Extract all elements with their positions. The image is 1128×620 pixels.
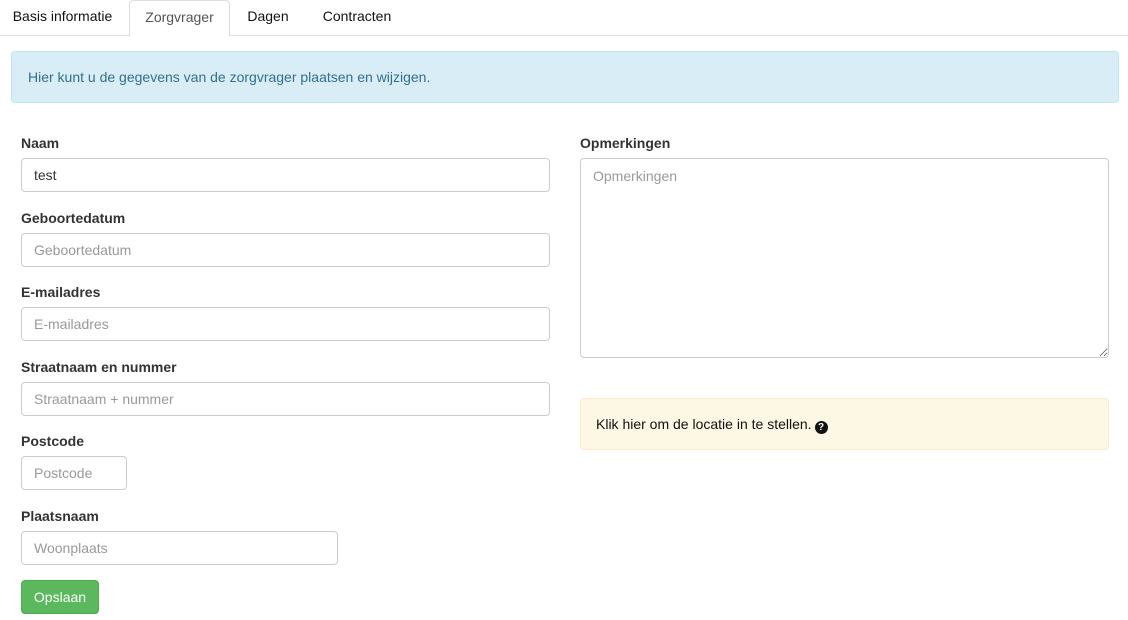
opmerkingen-textarea[interactable] bbox=[580, 158, 1109, 358]
postcode-label: Postcode bbox=[21, 433, 85, 449]
tab-dagen[interactable]: Dagen bbox=[232, 0, 304, 36]
tab-contracten[interactable]: Contracten bbox=[306, 0, 408, 36]
plaats-label: Plaatsnaam bbox=[21, 508, 99, 524]
plaats-input[interactable] bbox=[21, 531, 338, 565]
postcode-input[interactable] bbox=[21, 456, 127, 490]
tab-label: Contracten bbox=[322, 8, 392, 24]
tab-basis-informatie[interactable]: Basis informatie bbox=[0, 0, 125, 36]
straat-label: Straatnaam en nummer bbox=[21, 359, 177, 375]
save-button[interactable]: Opslaan bbox=[21, 580, 99, 614]
info-alert: Hier kunt u de gegevens van de zorgvrage… bbox=[11, 51, 1119, 103]
email-label: E-mailadres bbox=[21, 284, 101, 300]
tab-label: Basis informatie bbox=[12, 8, 113, 24]
tab-bar: Basis informatie Zorgvrager Dagen Contra… bbox=[0, 0, 1128, 37]
tab-zorgvrager[interactable]: Zorgvrager bbox=[129, 0, 230, 37]
question-circle-icon: ? bbox=[814, 421, 828, 434]
naam-label: Naam bbox=[21, 135, 60, 151]
email-input[interactable] bbox=[21, 307, 550, 341]
straat-input[interactable] bbox=[21, 382, 550, 416]
geboortedatum-input[interactable] bbox=[21, 233, 550, 267]
location-notice-text: Klik hier om de locatie in te stellen. bbox=[596, 416, 812, 432]
geboortedatum-label: Geboortedatum bbox=[21, 210, 126, 226]
tab-label: Zorgvrager bbox=[145, 9, 214, 25]
naam-input[interactable] bbox=[21, 158, 550, 192]
location-notice[interactable]: Klik hier om de locatie in te stellen.? bbox=[580, 398, 1109, 450]
tab-label: Dagen bbox=[247, 8, 289, 24]
opmerkingen-label: Opmerkingen bbox=[580, 135, 671, 151]
